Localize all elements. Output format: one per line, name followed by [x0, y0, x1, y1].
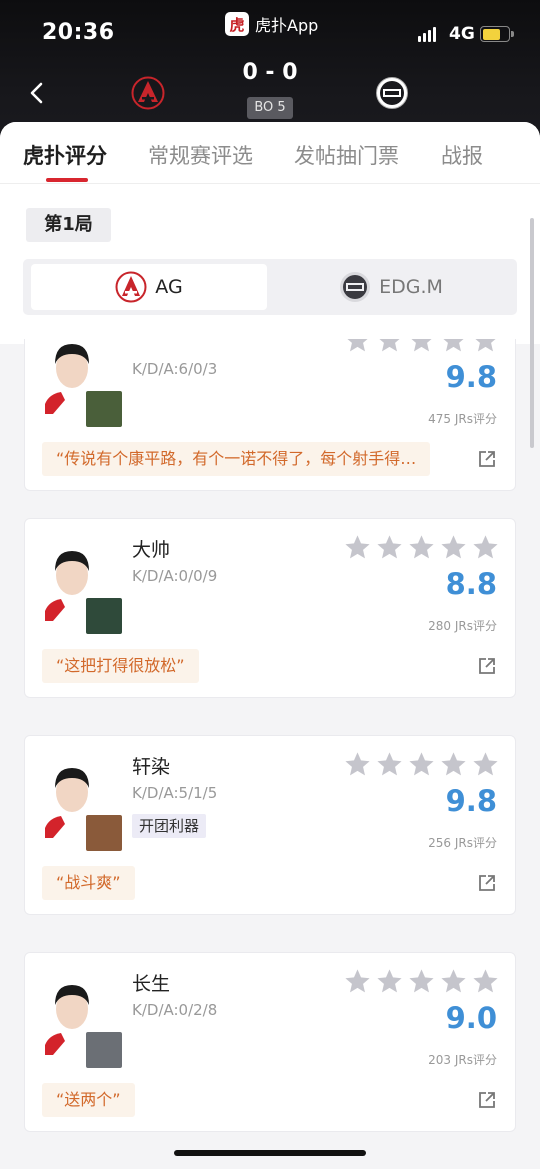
home-indicator[interactable]: [174, 1150, 366, 1156]
team-option-ag[interactable]: AG: [31, 264, 267, 310]
hero-icon: [85, 814, 123, 852]
player-name: 长生: [132, 973, 171, 995]
ag-team-logo[interactable]: [131, 76, 165, 110]
player-card[interactable]: 长生 K/D/A:0/2/8 9.0 203 JRs评分 “送两个”: [24, 952, 516, 1132]
rating-star-icon[interactable]: [471, 967, 500, 996]
vote-count: 256 JRs评分: [428, 836, 497, 850]
rating-star-icon[interactable]: [375, 967, 404, 996]
hero-icon: [85, 597, 123, 635]
rating-star-icon[interactable]: [375, 750, 404, 779]
rating-star-icon[interactable]: [471, 339, 500, 355]
tab-regular-season-vote[interactable]: 常规赛评选: [148, 140, 253, 170]
tab-post-ticket-lottery[interactable]: 发帖抽门票: [294, 140, 399, 170]
rating-star-icon[interactable]: [439, 339, 468, 355]
content-sheet: 虎扑评分 常规赛评选 发帖抽门票 战报 第1局 K/D/A:6/0/3 9.8 47…: [0, 122, 540, 1169]
edgm-team-logo[interactable]: [375, 76, 409, 110]
team-option-ag-label: AG: [155, 276, 183, 298]
team-switcher: AG EDG.M: [23, 259, 517, 315]
top-comment[interactable]: “战斗爽”: [42, 866, 135, 900]
rating-stars[interactable]: [343, 967, 500, 996]
hero-icon: [85, 1031, 123, 1069]
player-card[interactable]: 轩染 K/D/A:5/1/5 开团利器 9.8 256 JRs评分 “战斗爽”: [24, 735, 516, 915]
tab-match-report[interactable]: 战报: [441, 140, 483, 170]
top-comment[interactable]: “送两个”: [42, 1083, 135, 1117]
round-selector[interactable]: 第1局: [26, 208, 111, 242]
rating-star-icon[interactable]: [407, 339, 436, 355]
share-icon[interactable]: [477, 873, 497, 893]
rating-star-icon[interactable]: [343, 533, 372, 562]
rating-star-icon[interactable]: [471, 533, 500, 562]
player-name: 轩染: [132, 756, 171, 778]
app-badge[interactable]: 虎 虎扑App: [225, 12, 318, 36]
rating-star-icon[interactable]: [343, 967, 372, 996]
rating-star-icon[interactable]: [407, 967, 436, 996]
share-icon[interactable]: [477, 656, 497, 676]
hero-icon: [85, 390, 123, 428]
back-chevron-icon[interactable]: [22, 78, 52, 108]
rating-stars[interactable]: [343, 533, 500, 562]
cellular-signal-icon: [418, 27, 436, 42]
active-tab-indicator: [46, 178, 88, 182]
rating-star-icon[interactable]: [343, 750, 372, 779]
player-score: 9.8: [445, 360, 497, 394]
rating-star-icon[interactable]: [471, 750, 500, 779]
app-name: 虎扑App: [255, 16, 319, 35]
player-card[interactable]: K/D/A:6/0/3 9.8 475 JRs评分 “传说有个康平路，有个一诺不得了，…: [24, 339, 516, 491]
player-kda: K/D/A:0/2/8: [132, 1001, 218, 1019]
tab-bar: 虎扑评分 常规赛评选 发帖抽门票 战报: [0, 122, 540, 184]
player-score: 9.0: [445, 1001, 497, 1035]
rating-star-icon[interactable]: [439, 533, 468, 562]
team-option-edgm[interactable]: EDG.M: [273, 264, 509, 310]
share-icon[interactable]: [477, 1090, 497, 1110]
rating-star-icon[interactable]: [343, 339, 372, 355]
rating-stars[interactable]: [343, 339, 500, 355]
rating-star-icon[interactable]: [439, 967, 468, 996]
vote-count: 203 JRs评分: [428, 1053, 497, 1067]
tab-hupu-rating[interactable]: 虎扑评分: [23, 140, 107, 170]
rating-star-icon[interactable]: [375, 339, 404, 355]
rating-star-icon[interactable]: [407, 750, 436, 779]
player-kda: K/D/A:5/1/5: [132, 784, 218, 802]
rating-star-icon[interactable]: [375, 533, 404, 562]
vote-count: 475 JRs评分: [428, 412, 497, 426]
rating-stars[interactable]: [343, 750, 500, 779]
team-option-edgm-label: EDG.M: [379, 276, 443, 298]
share-icon[interactable]: [477, 449, 497, 469]
rating-star-icon[interactable]: [407, 533, 436, 562]
player-name: 大帅: [132, 539, 171, 561]
ag-logo-icon: [115, 271, 147, 303]
player-kda: K/D/A:6/0/3: [132, 360, 218, 378]
battery-icon: [480, 26, 514, 42]
player-score: 8.8: [445, 567, 497, 601]
app-logo-icon: 虎: [225, 12, 249, 36]
edgm-logo-icon: [340, 272, 371, 302]
player-score: 9.8: [445, 784, 497, 818]
top-comment[interactable]: “传说有个康平路，有个一诺不得了，每个射手得…: [42, 442, 431, 476]
player-card[interactable]: 大帅 K/D/A:0/0/9 8.8 280 JRs评分 “这把打得很放松”: [24, 518, 516, 698]
rating-star-icon[interactable]: [439, 750, 468, 779]
top-comment[interactable]: “这把打得很放松”: [42, 649, 199, 683]
status-time: 20:36: [42, 20, 115, 45]
scrollbar[interactable]: [530, 218, 534, 448]
series-format-badge: BO 5: [247, 97, 293, 119]
player-rating-list: K/D/A:6/0/3 9.8 475 JRs评分 “传说有个康平路，有个一诺不得了，…: [0, 339, 540, 1169]
vote-count: 280 JRs评分: [428, 619, 497, 633]
match-score: 0 - 0: [242, 60, 298, 85]
player-kda: K/D/A:0/0/9: [132, 567, 218, 585]
network-type: 4G: [449, 24, 475, 44]
player-tag: 开团利器: [132, 814, 207, 838]
